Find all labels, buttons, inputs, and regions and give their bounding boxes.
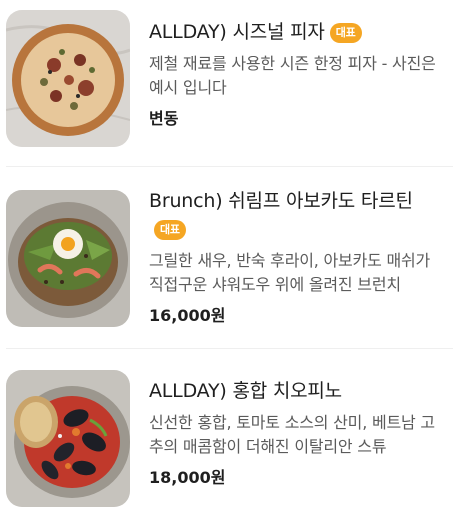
- menu-item-shrimp-avocado-tartine[interactable]: Brunch) 쉬림프 아보카도 타르틴대표 그릴한 새우, 반숙 후라이, 아…: [0, 167, 453, 348]
- menu-list: ALLDAY) 시즈널 피자 대표 제철 재료를 사용한 시즌 한정 피자 - 사…: [0, 0, 453, 525]
- signature-badge: 대표: [154, 220, 186, 240]
- menu-item-seasonal-pizza[interactable]: ALLDAY) 시즈널 피자 대표 제철 재료를 사용한 시즌 한정 피자 - 사…: [0, 0, 453, 166]
- menu-item-mussel-cioppino[interactable]: ALLDAY) 홍합 치오피노 신선한 홍합, 토마토 소스의 산미, 베트남 …: [0, 349, 453, 525]
- cioppino-photo: [6, 370, 130, 507]
- signature-badge: 대표: [329, 23, 362, 43]
- menu-item-info: Brunch) 쉬림프 아보카도 타르틴대표 그릴한 새우, 반숙 후라이, 아…: [149, 187, 445, 327]
- menu-item-info: ALLDAY) 시즈널 피자 대표 제철 재료를 사용한 시즌 한정 피자 - 사…: [149, 18, 445, 130]
- menu-item-name: ALLDAY) 시즈널 피자 대표: [149, 18, 445, 46]
- menu-item-info: ALLDAY) 홍합 치오피노 신선한 홍합, 토마토 소스의 산미, 베트남 …: [149, 377, 445, 489]
- menu-item-description: 그릴한 새우, 반숙 후라이, 아보카도 매쉬가 직접구운 샤워도우 위에 올려…: [149, 251, 431, 294]
- menu-item-name: ALLDAY) 홍합 치오피노: [149, 380, 342, 402]
- tartine-photo: [6, 190, 130, 327]
- menu-item-description: 신선한 홍합, 토마토 소스의 산미, 베트남 고추의 매콤함이 더해진 이탈리…: [149, 413, 435, 456]
- menu-item-price: 변동: [149, 109, 179, 128]
- menu-item-price: 18,000원: [149, 468, 226, 487]
- menu-item-price: 16,000원: [149, 306, 226, 325]
- menu-item-description: 제철 재료를 사용한 시즌 한정 피자 - 사진은 예시 입니다: [149, 54, 436, 97]
- menu-item-name: Brunch) 쉬림프 아보카도 타르틴대표: [149, 187, 445, 243]
- pizza-photo: [6, 10, 130, 147]
